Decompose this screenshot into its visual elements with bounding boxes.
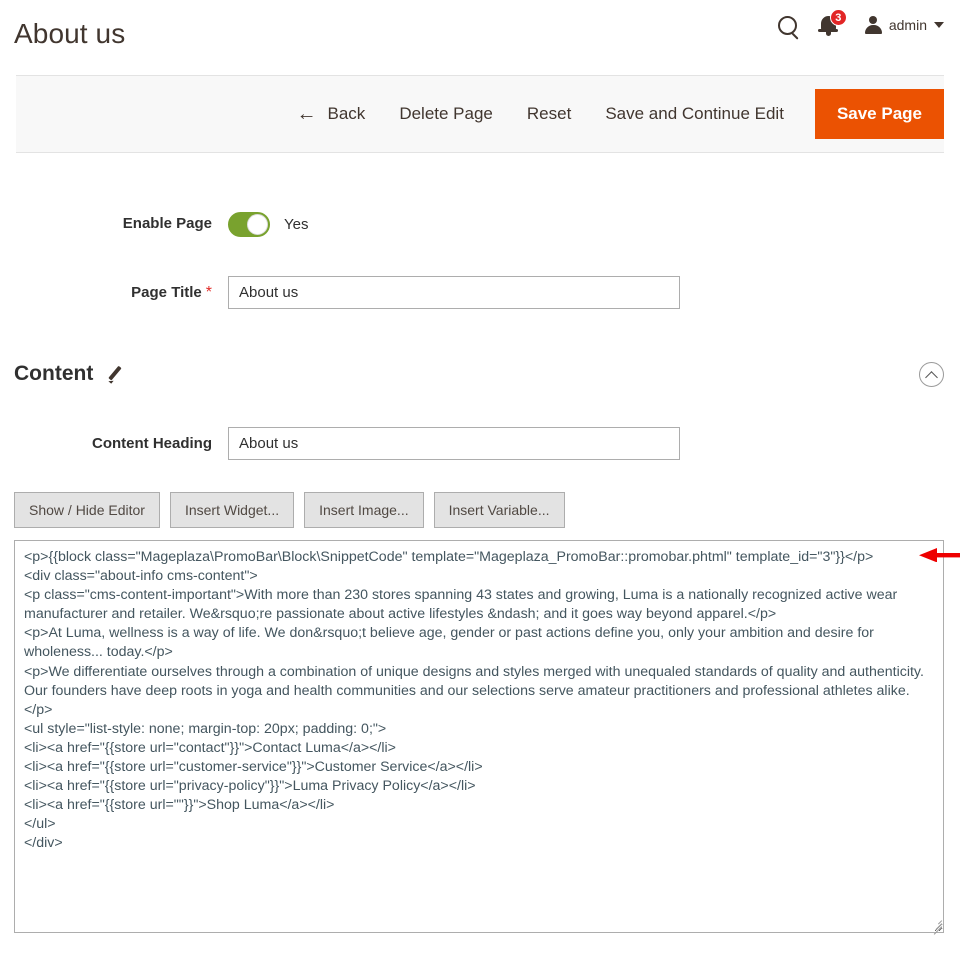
page-header: About us 3 admin: [0, 0, 960, 75]
toggle-knob: [247, 213, 268, 235]
field-page-title: Page Title *: [0, 276, 960, 309]
required-marker: *: [205, 283, 212, 301]
back-button-label: Back: [327, 104, 366, 123]
save-page-button[interactable]: Save Page: [814, 89, 944, 139]
admin-user-name: admin: [888, 17, 927, 33]
enable-page-value: Yes: [284, 215, 309, 233]
page-form: Enable Page Yes Page Title *: [0, 153, 960, 309]
insert-widget-button[interactable]: Insert Widget...: [169, 492, 295, 528]
show-hide-editor-button[interactable]: Show / Hide Editor: [14, 492, 160, 528]
chevron-down-icon: [934, 22, 944, 28]
enable-page-toggle[interactable]: [228, 211, 270, 237]
content-code-textarea[interactable]: <p>{{block class="Mageplaza\PromoBar\Blo…: [14, 540, 944, 933]
pencil-icon[interactable]: [107, 366, 124, 383]
delete-page-button[interactable]: Delete Page: [382, 95, 510, 133]
reset-button[interactable]: Reset: [510, 95, 588, 133]
notifications-button[interactable]: 3: [818, 9, 847, 38]
content-heading-label: Content Heading: [92, 434, 212, 452]
search-button[interactable]: [777, 15, 797, 35]
page-title-label: Page Title *: [131, 283, 212, 301]
page-title-input[interactable]: [228, 276, 680, 309]
search-icon: [777, 15, 797, 35]
page-title: About us: [14, 18, 126, 49]
chevron-up-circle-icon[interactable]: [919, 361, 944, 387]
admin-user-menu[interactable]: admin: [864, 16, 944, 34]
user-avatar-icon: [864, 16, 882, 34]
notification-count-badge: 3: [829, 9, 847, 26]
insert-image-button[interactable]: Insert Image...: [304, 492, 424, 528]
enable-page-label: Enable Page: [122, 215, 212, 232]
field-enable-page: Enable Page Yes: [0, 209, 960, 239]
field-content-heading: Content Heading: [0, 427, 960, 460]
save-and-continue-edit-button[interactable]: Save and Continue Edit: [588, 95, 801, 133]
content-editor-wrapper: <p>{{block class="Mageplaza\PromoBar\Blo…: [14, 540, 960, 935]
insert-variable-button[interactable]: Insert Variable...: [433, 492, 565, 528]
content-section-title: Content: [14, 362, 94, 385]
arrow-left-icon: ←: [296, 103, 317, 125]
back-button[interactable]: ← Back: [280, 95, 383, 133]
content-heading-input[interactable]: [228, 427, 680, 460]
page-actions-toolbar: ← Back Delete Page Reset Save and Contin…: [16, 75, 944, 153]
header-actions: 3 admin: [777, 9, 944, 38]
bell-icon: 3: [818, 9, 847, 38]
content-section-header: Content: [14, 361, 944, 391]
editor-toolbar: Show / Hide Editor Insert Widget... Inse…: [14, 492, 960, 528]
